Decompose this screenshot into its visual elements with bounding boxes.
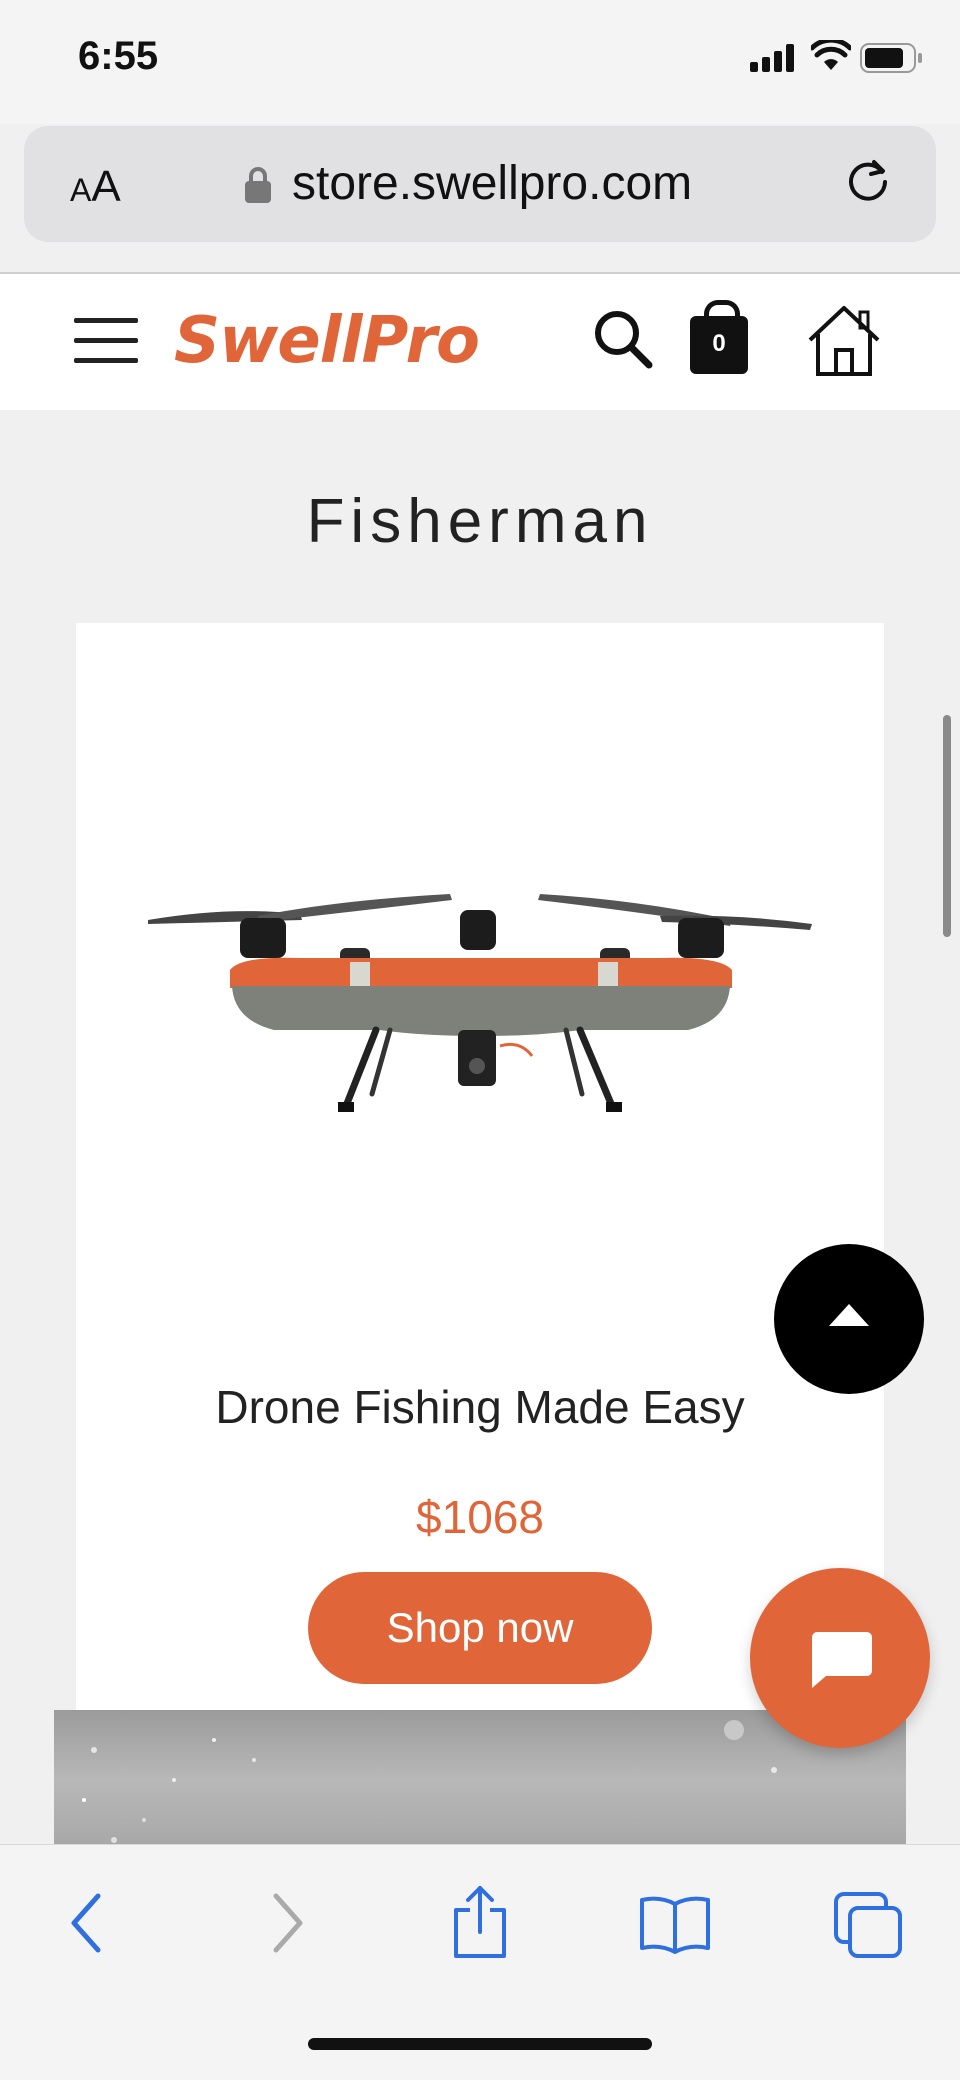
brand-logo[interactable]: SwellPro: [174, 304, 480, 378]
page-scrollbar[interactable]: [943, 715, 951, 937]
tabs-icon[interactable]: [834, 1892, 904, 1965]
product-image-drone[interactable]: [140, 870, 820, 1155]
bookmarks-icon[interactable]: [638, 1894, 712, 1961]
scroll-to-top-button[interactable]: [774, 1244, 924, 1394]
url-text[interactable]: store.swellpro.com: [292, 156, 692, 211]
search-icon[interactable]: [592, 308, 654, 375]
product-card[interactable]: [76, 623, 884, 1713]
text-size-button[interactable]: AA: [70, 162, 121, 212]
status-time: 6:55: [78, 34, 159, 78]
battery-icon: [860, 43, 924, 78]
cellular-signal-icon: [750, 44, 796, 77]
back-icon[interactable]: [66, 1888, 106, 1963]
page-title: Fisherman: [306, 487, 654, 556]
wifi-icon: [809, 37, 853, 77]
text-size-large-label: A: [91, 162, 121, 211]
product-price: $1068: [416, 1491, 544, 1543]
home-indicator: [308, 2038, 652, 2050]
forward-icon[interactable]: [268, 1888, 308, 1963]
reload-icon[interactable]: [840, 152, 896, 213]
home-icon[interactable]: [806, 304, 882, 381]
chevron-up-icon: [829, 1304, 869, 1326]
lock-icon: [245, 166, 271, 209]
text-size-small-label: A: [70, 172, 92, 208]
menu-icon[interactable]: [74, 318, 138, 378]
chat-button[interactable]: [750, 1568, 930, 1748]
shopping-bag-icon[interactable]: 0: [690, 300, 748, 374]
share-icon[interactable]: [450, 1884, 510, 1965]
product-name[interactable]: Drone Fishing Made Easy: [76, 1380, 884, 1434]
cart-count-badge: 0: [712, 330, 726, 357]
chat-icon: [812, 1632, 872, 1688]
shop-now-button[interactable]: Shop now: [308, 1572, 652, 1684]
